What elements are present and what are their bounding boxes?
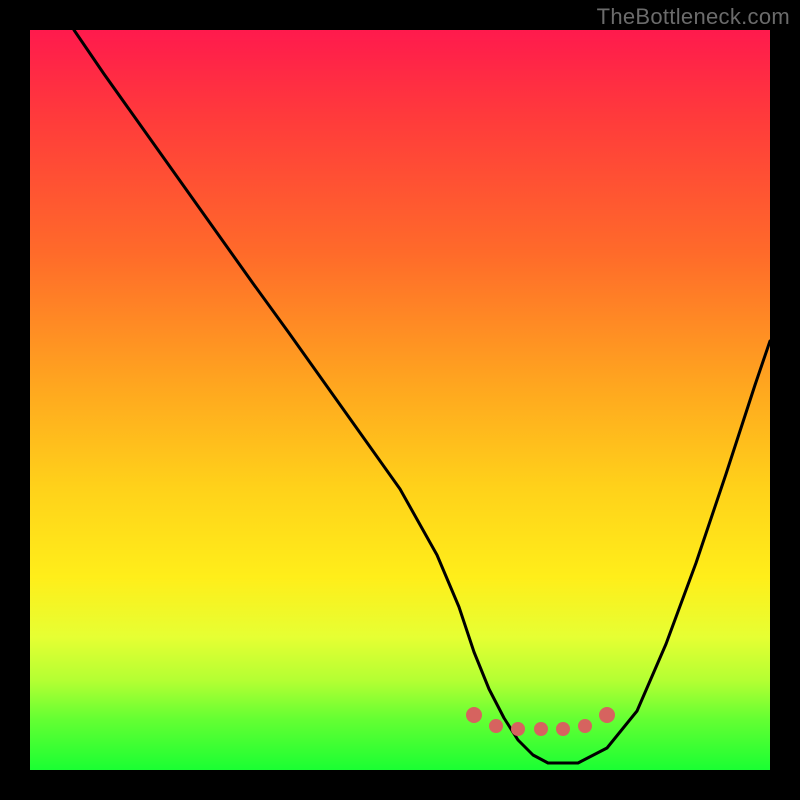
chart-svg — [30, 30, 770, 770]
sweet-spot-dots — [466, 707, 615, 736]
bottleneck-curve — [74, 30, 770, 763]
chart-frame: TheBottleneck.com — [0, 0, 800, 800]
watermark-text: TheBottleneck.com — [597, 4, 790, 30]
